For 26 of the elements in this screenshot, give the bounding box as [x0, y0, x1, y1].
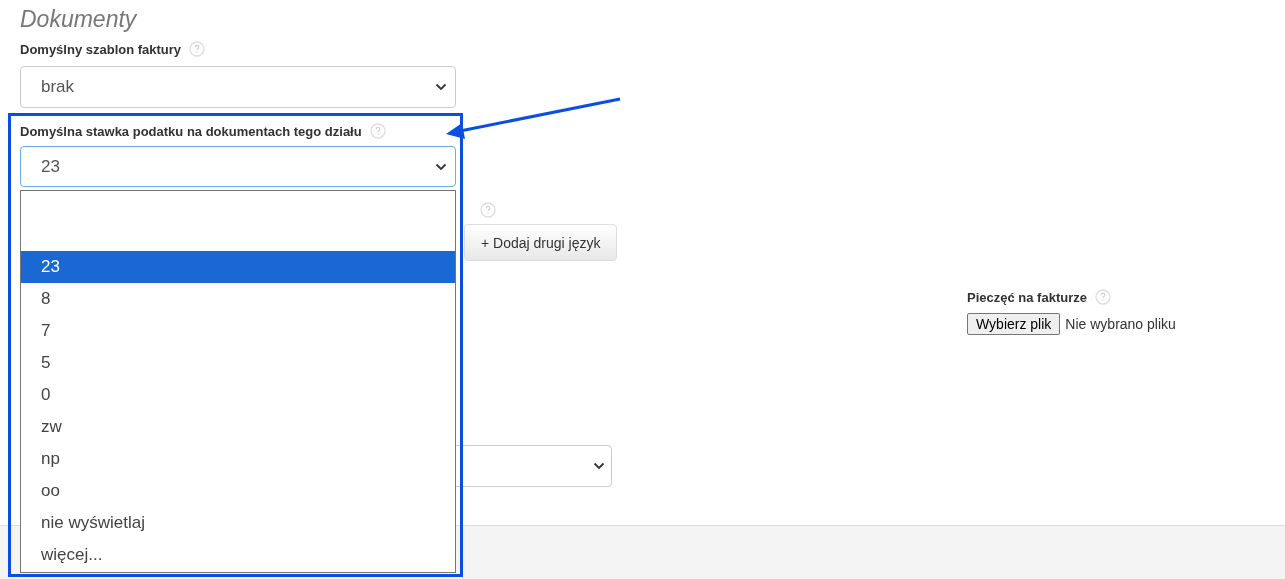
chevron-icon	[435, 162, 447, 171]
dropdown-option[interactable]: oo	[21, 475, 455, 507]
help-icon[interactable]	[1094, 289, 1111, 305]
dropdown-option[interactable]: więcej...	[21, 539, 455, 571]
help-icon[interactable]	[189, 41, 206, 57]
chevron-icon	[593, 462, 605, 470]
dropdown-option[interactable]: nie wyświetlaj	[21, 507, 455, 539]
help-icon[interactable]	[480, 202, 496, 218]
dropdown-option[interactable]: 23	[21, 251, 455, 283]
dropdown-option[interactable]: zw	[21, 411, 455, 443]
dropdown-option[interactable]: 7	[21, 315, 455, 347]
add-language-button[interactable]: + Dodaj drugi język	[464, 224, 618, 261]
file-status: Nie wybrano pliku	[1065, 316, 1176, 332]
chevron-icon	[435, 83, 447, 91]
field-label: Domyślny szablon faktury	[20, 41, 182, 57]
select-field[interactable]: brak	[20, 66, 456, 108]
select-field[interactable]: 23	[20, 146, 456, 187]
dropdown-option[interactable]: 0	[21, 379, 455, 411]
help-icon[interactable]	[369, 123, 386, 139]
choose-file-button[interactable]: Wybierz plik	[967, 313, 1061, 335]
dropdown-option[interactable]: np	[21, 443, 455, 475]
dropdown-option[interactable]: 5	[21, 347, 455, 379]
field-label: Pieczęć na fakturze	[967, 289, 1087, 305]
field-label: Domyślna stawka podatku na dokumentach tego działu	[20, 123, 362, 139]
dropdown-option[interactable]: 8	[21, 283, 455, 315]
section-title: Dokumenty	[20, 6, 137, 33]
